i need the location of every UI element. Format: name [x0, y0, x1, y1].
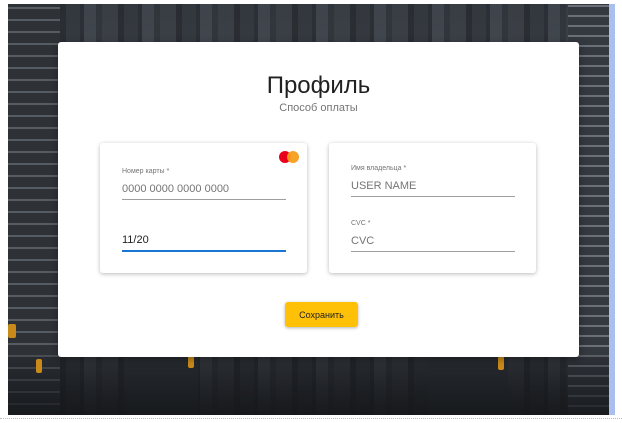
holder-name-input[interactable]	[351, 178, 515, 194]
scrollbar-thumb[interactable]	[609, 4, 615, 415]
traffic-light	[8, 324, 16, 338]
page-title: Профиль	[266, 72, 371, 99]
holder-details-card: Имя владельца* CVC*	[329, 143, 536, 273]
card-number-input[interactable]	[122, 181, 286, 197]
page-subtitle: Способ оплаты	[279, 102, 358, 114]
expiry-input[interactable]: 11/20	[122, 232, 286, 248]
vertical-scrollbar[interactable]	[609, 4, 615, 415]
holder-name-underline	[351, 196, 515, 197]
mastercard-icon	[279, 151, 299, 163]
traffic-light	[498, 356, 504, 370]
cvc-input[interactable]	[351, 233, 515, 249]
card-number-field: Номер карты *	[122, 168, 286, 200]
background-street	[8, 355, 609, 415]
cvc-underline	[351, 251, 515, 252]
required-mark: *	[403, 165, 407, 172]
expiry-underline	[122, 250, 286, 252]
background-building	[8, 4, 60, 415]
cvc-label: CVC	[351, 220, 366, 227]
save-button[interactable]: Сохранить	[285, 302, 358, 327]
expiry-field: 11/20	[122, 219, 286, 252]
holder-name-label: Имя владельца	[351, 165, 402, 172]
profile-panel: Профиль Способ оплаты Номер карты* 11/20…	[58, 42, 579, 357]
page-bottom-divider	[0, 418, 622, 420]
traffic-light	[36, 359, 42, 373]
card-number-label: Номер карты	[122, 168, 165, 175]
background-city-image: Профиль Способ оплаты Номер карты* 11/20…	[8, 4, 609, 415]
required-mark: *	[367, 220, 371, 227]
card-details-card: Номер карты* 11/20	[100, 143, 307, 273]
required-mark: *	[166, 168, 170, 175]
holder-name-field: Имя владельца *	[351, 165, 515, 197]
cvc-field: CVC *	[351, 220, 515, 252]
card-number-underline	[122, 199, 286, 200]
